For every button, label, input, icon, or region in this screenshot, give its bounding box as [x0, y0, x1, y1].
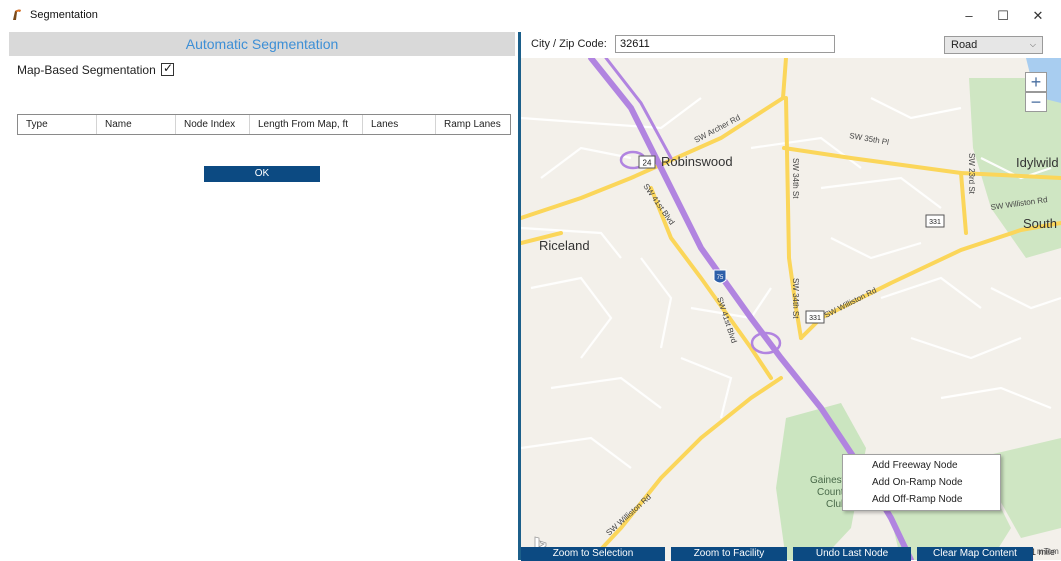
route-331-shield-a: 331	[925, 214, 945, 228]
zip-code-input[interactable]: 32611	[615, 35, 835, 53]
segments-grid-header: Type Name Node Index Length From Map, ft…	[17, 114, 511, 135]
map-based-segmentation-label: Map-Based Segmentation	[17, 63, 156, 77]
map-type-value: Road	[951, 39, 978, 51]
clear-map-content-button[interactable]: Clear Map Content	[917, 547, 1033, 561]
zip-code-label: City / Zip Code:	[531, 38, 607, 50]
close-button[interactable]: ✕	[1022, 5, 1054, 27]
map-based-segmentation-checkbox[interactable]: ✓	[161, 61, 174, 76]
column-length-from-map[interactable]: Length From Map, ft	[250, 115, 363, 134]
panel-title: Automatic Segmentation	[185, 36, 339, 52]
column-type[interactable]: Type	[18, 115, 97, 134]
segmentation-panel: Automatic Segmentation Map-Based Segment…	[9, 32, 515, 560]
chevron-down-icon: ⌵	[1029, 40, 1036, 49]
undo-last-node-button[interactable]: Undo Last Node	[793, 547, 911, 561]
zoom-in-button[interactable]: +	[1025, 72, 1047, 92]
window-title: Segmentation	[30, 9, 98, 21]
route-24-label: 24	[643, 159, 652, 168]
route-331-shield-b: 331	[805, 310, 825, 324]
add-on-ramp-node-menu-item[interactable]: Add On-Ramp Node	[872, 475, 963, 491]
interstate-75-shield: 75	[713, 269, 727, 284]
map-context-menu: Add Freeway Node Add On-Ramp Node Add Of…	[842, 454, 1001, 511]
route-331-label-b: 331	[809, 315, 821, 322]
minimize-button[interactable]: –	[953, 5, 985, 27]
place-idylwild: Idylwild	[1016, 155, 1059, 170]
app-icon	[13, 9, 21, 20]
road-sw-34th-st-b: SW 34th St	[791, 278, 800, 319]
map-toolbar: City / Zip Code: 32611 Road ⌵	[521, 32, 1061, 58]
maximize-button[interactable]: ☐	[987, 5, 1019, 27]
map-attribution: mTom	[1037, 547, 1059, 556]
zoom-out-button[interactable]: −	[1025, 92, 1047, 112]
add-off-ramp-node-menu-item[interactable]: Add Off-Ramp Node	[872, 492, 962, 508]
route-24-shield: 24	[638, 155, 656, 169]
checkmark-icon: ✓	[163, 61, 174, 75]
title-bar: Segmentation – ☐ ✕	[0, 0, 1061, 32]
column-ramp-lanes[interactable]: Ramp Lanes	[436, 115, 510, 134]
column-node-index[interactable]: Node Index	[176, 115, 250, 134]
map-panel: City / Zip Code: 32611 Road ⌵ 24 75 331 …	[521, 32, 1061, 561]
map-type-dropdown[interactable]: Road ⌵	[944, 36, 1043, 54]
place-south: South	[1023, 216, 1057, 231]
add-freeway-node-menu-item[interactable]: Add Freeway Node	[872, 458, 958, 474]
zoom-to-facility-button[interactable]: Zoom to Facility	[671, 547, 787, 561]
road-sw-34th-st-a: SW 34th St	[791, 158, 800, 199]
column-lanes[interactable]: Lanes	[363, 115, 436, 134]
zoom-to-selection-button[interactable]: Zoom to Selection	[521, 547, 665, 561]
interstate-75-label: 75	[717, 275, 724, 281]
column-name[interactable]: Name	[97, 115, 176, 134]
route-331-label-a: 331	[929, 219, 941, 226]
map-canvas[interactable]: 24 75 331 331 Robinswood Riceland Idylwi…	[521, 58, 1061, 560]
panel-header: Automatic Segmentation	[9, 32, 515, 56]
place-riceland: Riceland	[539, 238, 590, 253]
road-sw-23rd-st: SW 23rd St	[967, 153, 976, 195]
ok-button[interactable]: OK	[204, 166, 320, 182]
place-robinswood: Robinswood	[661, 154, 733, 169]
